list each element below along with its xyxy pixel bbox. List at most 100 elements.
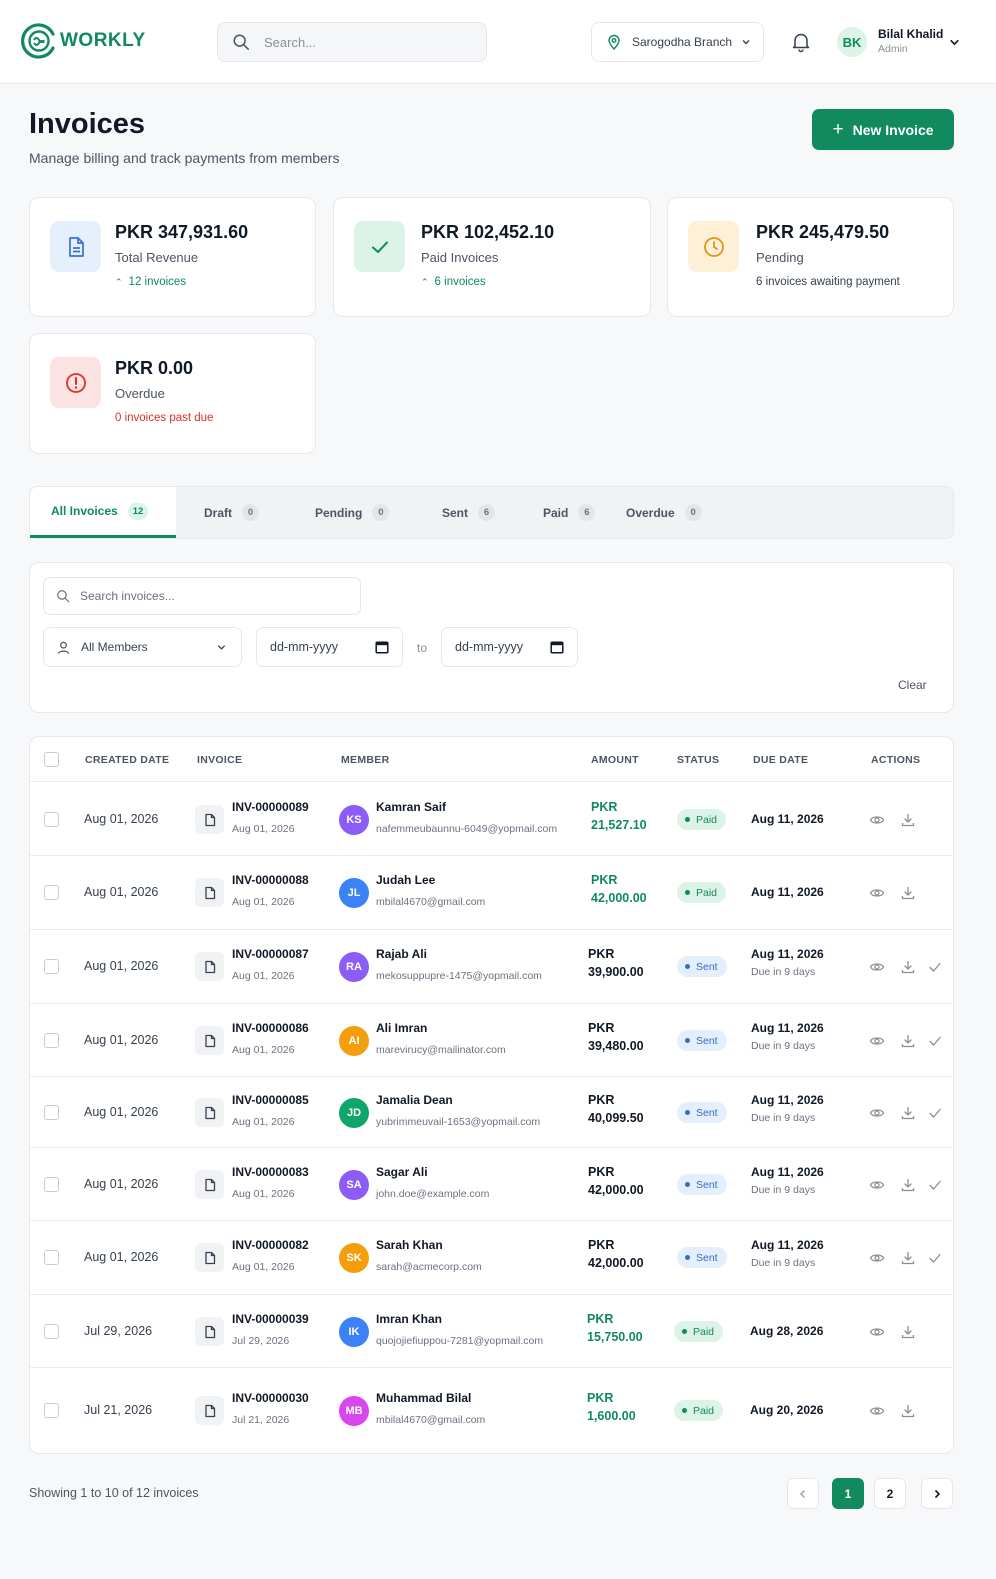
member-name[interactable]: Kamran Saif	[376, 800, 446, 814]
member-name[interactable]: Jamalia Dean	[376, 1093, 453, 1107]
invoice-number[interactable]: INV-00000083	[232, 1165, 309, 1179]
tab-overdue[interactable]: Overdue 0	[626, 487, 702, 538]
table-row[interactable]: Aug 01, 2026 INV-00000082 Aug 01, 2026 SK Sa…	[30, 1221, 953, 1295]
column-header-status[interactable]: STATUS	[677, 754, 719, 766]
invoice-number[interactable]: INV-00000088	[232, 873, 309, 887]
row-checkbox[interactable]	[44, 1324, 59, 1339]
member-name[interactable]: Imran Khan	[376, 1312, 442, 1326]
view-eye-icon[interactable]	[869, 812, 885, 828]
table-row[interactable]: Aug 01, 2026 INV-00000089 Aug 01, 2026 KS Ka…	[30, 783, 953, 856]
invoice-search[interactable]	[43, 577, 361, 615]
user-avatar[interactable]: BK	[837, 27, 867, 57]
row-checkbox[interactable]	[44, 885, 59, 900]
global-search[interactable]	[217, 22, 487, 62]
tab-count: 6	[478, 504, 496, 521]
tab-paid[interactable]: Paid 6	[543, 487, 596, 538]
member-name[interactable]: Muhammad Bilal	[376, 1391, 471, 1405]
invoice-number[interactable]: INV-00000089	[232, 800, 309, 814]
download-icon[interactable]	[900, 1324, 916, 1340]
view-eye-icon[interactable]	[869, 885, 885, 901]
mark-paid-check-icon[interactable]	[927, 1033, 943, 1049]
branch-selector[interactable]: Sarogodha Branch	[591, 22, 764, 62]
member-select[interactable]: All Members	[43, 627, 242, 667]
stat-amount: PKR 102,452.10	[421, 222, 555, 242]
pagination-page-1[interactable]: 1	[832, 1478, 864, 1509]
member-name[interactable]: Ali Imran	[376, 1021, 427, 1035]
date-from-input[interactable]: dd-mm-yyyy	[256, 627, 403, 667]
view-eye-icon[interactable]	[869, 1403, 885, 1419]
page-subtitle: Manage billing and track payments from m…	[29, 150, 340, 166]
download-icon[interactable]	[900, 1105, 916, 1121]
download-icon[interactable]	[900, 1033, 916, 1049]
view-eye-icon[interactable]	[869, 959, 885, 975]
view-eye-icon[interactable]	[869, 1177, 885, 1193]
tab-all-invoices[interactable]: All Invoices 12	[30, 487, 176, 538]
calendar-icon[interactable]	[375, 640, 389, 654]
download-icon[interactable]	[900, 1403, 916, 1419]
global-search-input[interactable]	[264, 34, 464, 50]
mark-paid-check-icon[interactable]	[927, 1105, 943, 1121]
row-checkbox[interactable]	[44, 1105, 59, 1120]
row-checkbox[interactable]	[44, 1403, 59, 1418]
invoice-number[interactable]: INV-00000030	[232, 1391, 309, 1405]
user-name[interactable]: Bilal Khalid	[878, 27, 943, 41]
member-name[interactable]: Rajab Ali	[376, 947, 427, 961]
pagination-next-button[interactable]	[921, 1478, 953, 1509]
user-menu-chevron-icon[interactable]	[948, 36, 961, 49]
tab-draft[interactable]: Draft 0	[204, 487, 260, 538]
column-header-amount[interactable]: AMOUNT	[591, 754, 639, 766]
tab-pending[interactable]: Pending 0	[315, 487, 390, 538]
download-icon[interactable]	[900, 812, 916, 828]
table-row[interactable]: Aug 01, 2026 INV-00000087 Aug 01, 2026 RA Ra…	[30, 930, 953, 1004]
pagination-prev-button[interactable]	[787, 1478, 819, 1509]
brand-logo[interactable]: WORKLY	[20, 22, 146, 60]
download-icon[interactable]	[900, 1250, 916, 1266]
view-eye-icon[interactable]	[869, 1105, 885, 1121]
invoice-search-input[interactable]	[80, 589, 340, 603]
invoice-number[interactable]: INV-00000082	[232, 1238, 309, 1252]
table-row[interactable]: Aug 01, 2026 INV-00000088 Aug 01, 2026 JL Ju…	[30, 856, 953, 930]
new-invoice-button[interactable]: + New Invoice	[812, 109, 954, 150]
invoice-number[interactable]: INV-00000086	[232, 1021, 309, 1035]
mark-paid-check-icon[interactable]	[927, 959, 943, 975]
table-row[interactable]: Aug 01, 2026 INV-00000086 Aug 01, 2026 AI Al…	[30, 1004, 953, 1077]
table-row[interactable]: Jul 29, 2026 INV-00000039 Jul 29, 2026 IK Im…	[30, 1295, 953, 1368]
select-all-checkbox[interactable]	[44, 752, 59, 767]
invoice-number[interactable]: INV-00000087	[232, 947, 309, 961]
row-checkbox[interactable]	[44, 812, 59, 827]
member-name[interactable]: Sarah Khan	[376, 1238, 443, 1252]
created-date: Aug 01, 2026	[84, 1033, 159, 1047]
download-icon[interactable]	[900, 885, 916, 901]
row-checkbox[interactable]	[44, 1177, 59, 1192]
row-checkbox[interactable]	[44, 1250, 59, 1265]
member-name[interactable]: Sagar Ali	[376, 1165, 428, 1179]
download-icon[interactable]	[900, 1177, 916, 1193]
invoice-number[interactable]: INV-00000039	[232, 1312, 309, 1326]
column-header-created[interactable]: CREATED DATE	[85, 754, 169, 766]
download-icon[interactable]	[900, 959, 916, 975]
invoice-number[interactable]: INV-00000085	[232, 1093, 309, 1107]
table-row[interactable]: Aug 01, 2026 INV-00000083 Aug 01, 2026 SA Sa…	[30, 1148, 953, 1221]
invoice-date: Aug 01, 2026	[232, 970, 295, 982]
pagination-page-2[interactable]: 2	[874, 1478, 906, 1509]
column-header-invoice[interactable]: INVOICE	[197, 754, 242, 766]
column-header-member[interactable]: MEMBER	[341, 754, 389, 766]
table-row[interactable]: Jul 21, 2026 INV-00000030 Jul 21, 2026 MB Mu…	[30, 1368, 953, 1453]
clear-filters-button[interactable]: Clear	[898, 678, 927, 692]
column-header-due-date[interactable]: DUE DATE	[753, 754, 808, 766]
tab-sent[interactable]: Sent 6	[442, 487, 496, 538]
mark-paid-check-icon[interactable]	[927, 1177, 943, 1193]
column-header-actions: ACTIONS	[871, 754, 921, 766]
view-eye-icon[interactable]	[869, 1250, 885, 1266]
table-row[interactable]: Aug 01, 2026 INV-00000085 Aug 01, 2026 JD Ja…	[30, 1077, 953, 1148]
date-from-value: dd-mm-yyyy	[270, 640, 339, 654]
member-name[interactable]: Judah Lee	[376, 873, 435, 887]
mark-paid-check-icon[interactable]	[927, 1250, 943, 1266]
date-to-input[interactable]: dd-mm-yyyy	[441, 627, 578, 667]
notification-bell-icon[interactable]	[790, 31, 812, 53]
view-eye-icon[interactable]	[869, 1033, 885, 1049]
row-checkbox[interactable]	[44, 959, 59, 974]
row-checkbox[interactable]	[44, 1033, 59, 1048]
view-eye-icon[interactable]	[869, 1324, 885, 1340]
calendar-icon[interactable]	[550, 640, 564, 654]
